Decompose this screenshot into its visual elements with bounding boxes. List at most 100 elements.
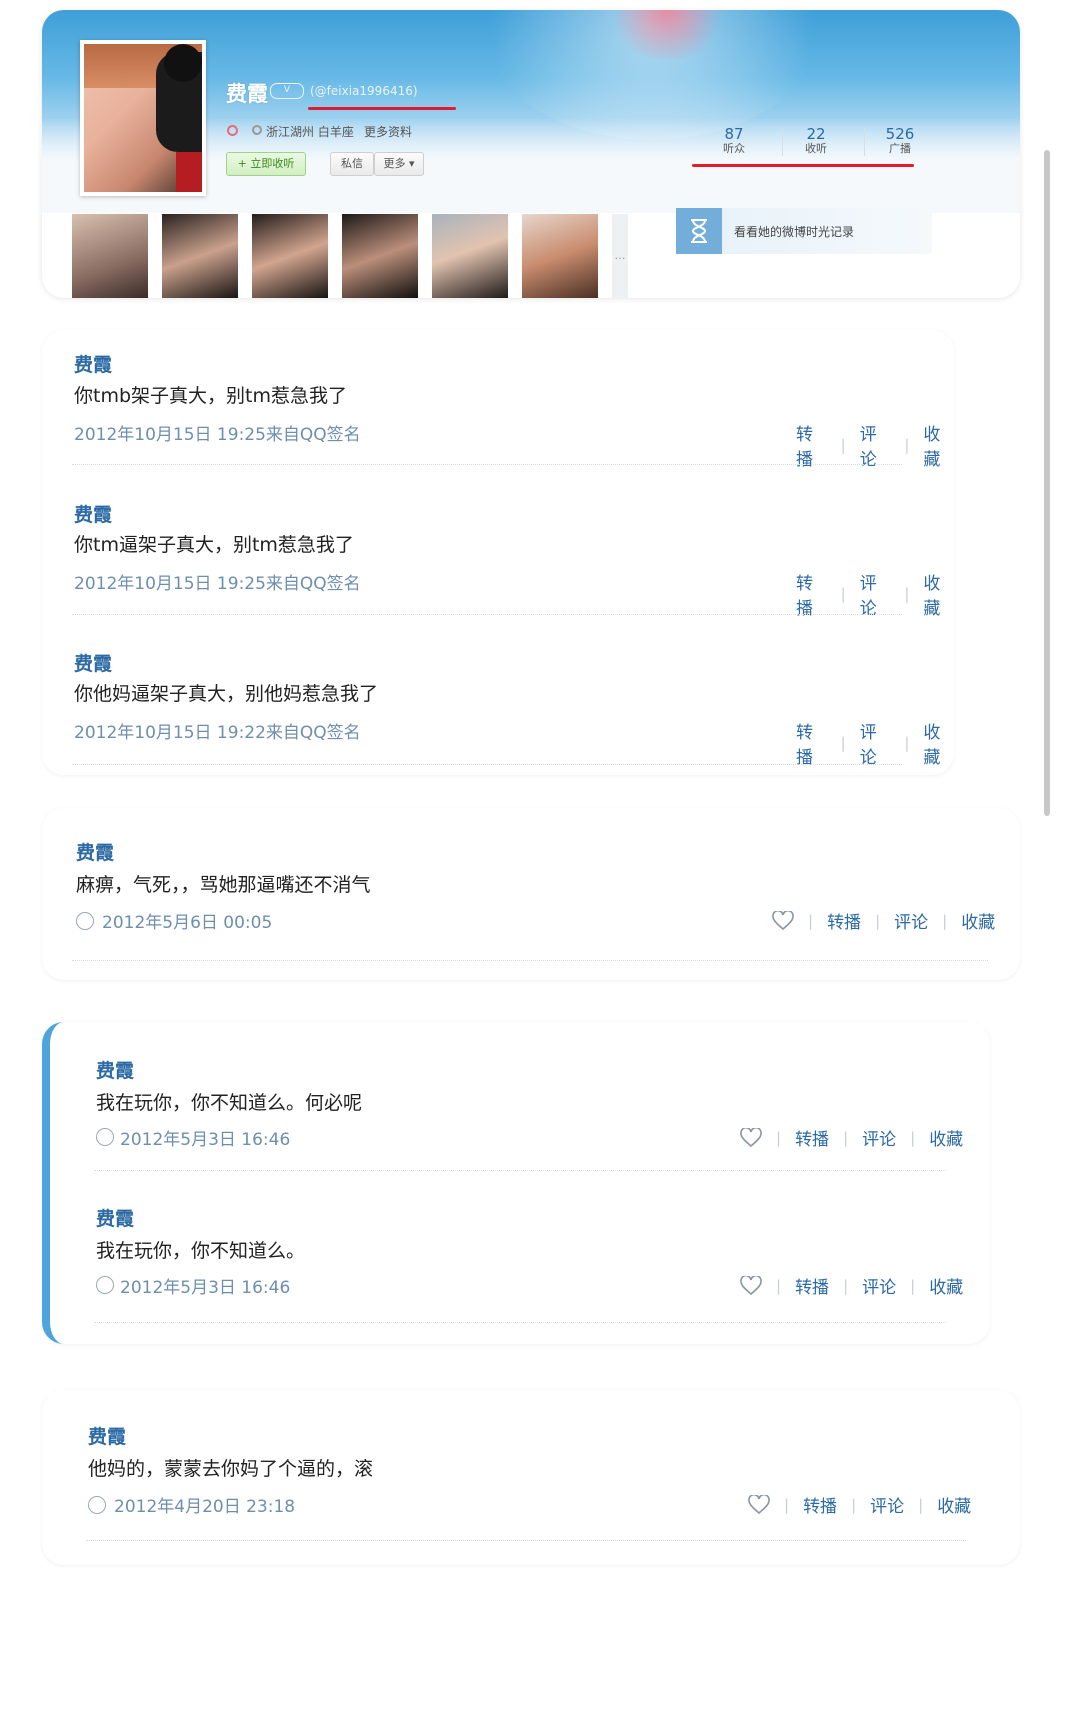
action-separator: |: [840, 734, 846, 752]
follow-button[interactable]: + 立即收听: [226, 152, 306, 176]
repost-button[interactable]: 转播: [827, 908, 861, 933]
stats-highlight-underline: [692, 164, 914, 167]
action-separator: |: [904, 734, 910, 752]
photo-thumbnail[interactable]: [252, 214, 328, 298]
favorite-button[interactable]: 收藏: [929, 1125, 963, 1150]
avatar[interactable]: [80, 40, 206, 196]
post-divider: [94, 1322, 946, 1324]
favorite-button[interactable]: 收藏: [961, 908, 995, 933]
like-heart-icon[interactable]: [748, 1494, 770, 1515]
stat-value: 87: [724, 125, 744, 143]
stat-value: 526: [885, 125, 915, 143]
post-actions: | 转播 | 评论 | 收藏: [740, 1125, 963, 1150]
post-author[interactable]: 费霞: [74, 350, 112, 377]
repost-button[interactable]: 转播: [796, 420, 827, 470]
post-timestamp[interactable]: 2012年4月20日 23:18: [114, 1492, 295, 1517]
action-separator: |: [840, 436, 846, 454]
post-actions: 转播 | 评论 | 收藏: [796, 718, 954, 768]
profile-handle: (@feixia1996416): [310, 84, 418, 98]
like-heart-icon[interactable]: [740, 1275, 762, 1296]
post-divider: [86, 1540, 966, 1542]
vertical-scrollbar[interactable]: [1044, 150, 1050, 816]
profile-location: 浙江湖州 白羊座: [266, 125, 354, 139]
post-author[interactable]: 费霞: [76, 838, 114, 865]
stat-divider: [782, 128, 783, 156]
post-group-card-highlighted: 费霞 我在玩你，你不知道么。何必呢 2012年5月3日 16:46 | 转播 |…: [42, 1022, 990, 1344]
repost-button[interactable]: 转播: [803, 1492, 837, 1517]
photo-thumbnail[interactable]: [162, 214, 238, 298]
post-divider: [72, 764, 902, 766]
more-info-link[interactable]: 更多资料: [364, 123, 412, 140]
stat-label: 收听: [805, 142, 827, 155]
comment-button[interactable]: 评论: [862, 1273, 896, 1298]
action-separator: |: [808, 911, 814, 930]
more-photos-button[interactable]: …: [612, 214, 628, 298]
post-author[interactable]: 费霞: [74, 500, 112, 527]
post-actions: | 转播 | 评论 | 收藏: [748, 1492, 971, 1517]
stat-following[interactable]: 22 收听: [784, 126, 848, 156]
photo-thumbnail[interactable]: [72, 214, 148, 298]
post-author[interactable]: 费霞: [88, 1422, 126, 1449]
timeline-record-link[interactable]: 看看她的微博时光记录: [676, 208, 932, 254]
action-separator: |: [904, 585, 910, 603]
favorite-button[interactable]: 收藏: [929, 1273, 963, 1298]
photo-thumbnail[interactable]: [342, 214, 418, 298]
favorite-button[interactable]: 收藏: [923, 718, 954, 768]
stat-label: 广播: [889, 142, 911, 155]
post-card: 费霞 他妈的，蒙蒙去你妈了个逼的，滚 2012年4月20日 23:18 | 转播…: [42, 1390, 1020, 1565]
post-actions: 转播 | 评论 | 收藏: [796, 420, 954, 470]
post-author[interactable]: 费霞: [74, 649, 112, 676]
stat-divider: [864, 128, 865, 156]
post-timestamp[interactable]: 2012年10月15日 19:25来自QQ签名: [74, 420, 361, 445]
repost-button[interactable]: 转播: [796, 569, 827, 619]
action-separator: |: [843, 1128, 849, 1147]
profile-card: 费霞 V (@feixia1996416) 浙江湖州 白羊座 更多资料 + 立即…: [42, 10, 1020, 298]
more-dropdown-button[interactable]: 更多 ▾: [374, 152, 424, 176]
photo-thumbnail[interactable]: [522, 214, 598, 298]
vip-badge-icon: V: [270, 83, 304, 99]
post-timestamp[interactable]: 2012年5月3日 16:46: [120, 1273, 290, 1298]
post-actions: 转播 | 评论 | 收藏: [796, 569, 954, 619]
post-timestamp[interactable]: 2012年10月15日 19:22来自QQ签名: [74, 718, 361, 743]
like-heart-icon[interactable]: [772, 910, 794, 931]
post-timestamp[interactable]: 2012年5月3日 16:46: [120, 1125, 290, 1150]
private-message-button[interactable]: 私信: [330, 152, 374, 176]
post-divider: [72, 960, 988, 962]
repost-button[interactable]: 转播: [795, 1273, 829, 1298]
post-actions: | 转播 | 评论 | 收藏: [740, 1273, 963, 1298]
comment-button[interactable]: 评论: [894, 908, 928, 933]
stat-listeners[interactable]: 87 听众: [702, 126, 766, 156]
post-timestamp[interactable]: 2012年10月15日 19:25来自QQ签名: [74, 569, 361, 594]
action-separator: |: [910, 1276, 916, 1295]
post-timestamp[interactable]: 2012年5月6日 00:05: [102, 908, 272, 933]
post-author[interactable]: 费霞: [96, 1056, 134, 1083]
post-actions: | 转播 | 评论 | 收藏: [772, 908, 995, 933]
like-heart-icon[interactable]: [740, 1127, 762, 1148]
comment-button[interactable]: 评论: [860, 420, 891, 470]
stat-label: 听众: [723, 142, 745, 155]
action-separator: |: [776, 1276, 782, 1295]
comment-button[interactable]: 评论: [860, 718, 891, 768]
favorite-button[interactable]: 收藏: [937, 1492, 971, 1517]
favorite-button[interactable]: 收藏: [923, 569, 954, 619]
timeline-record-label: 看看她的微博时光记录: [734, 225, 855, 239]
post-content: 麻痹，气死，，骂她那逼嘴还不消气: [76, 874, 371, 896]
action-separator: |: [904, 436, 910, 454]
repost-button[interactable]: 转播: [796, 718, 827, 768]
comment-button[interactable]: 评论: [860, 569, 891, 619]
photo-thumbnail[interactable]: [432, 214, 508, 298]
action-separator: |: [875, 911, 881, 930]
favorite-button[interactable]: 收藏: [923, 420, 954, 470]
stat-broadcasts[interactable]: 526 广播: [868, 126, 932, 156]
repost-button[interactable]: 转播: [795, 1125, 829, 1150]
action-separator: |: [910, 1128, 916, 1147]
handle-highlight-underline: [308, 107, 456, 110]
profile-name: 费霞: [226, 82, 268, 106]
action-separator: |: [776, 1128, 782, 1147]
post-author[interactable]: 费霞: [96, 1204, 134, 1231]
comment-button[interactable]: 评论: [862, 1125, 896, 1150]
gender-female-icon: [227, 125, 238, 136]
stat-value: 22: [806, 125, 826, 143]
post-divider: [72, 464, 902, 466]
comment-button[interactable]: 评论: [870, 1492, 904, 1517]
